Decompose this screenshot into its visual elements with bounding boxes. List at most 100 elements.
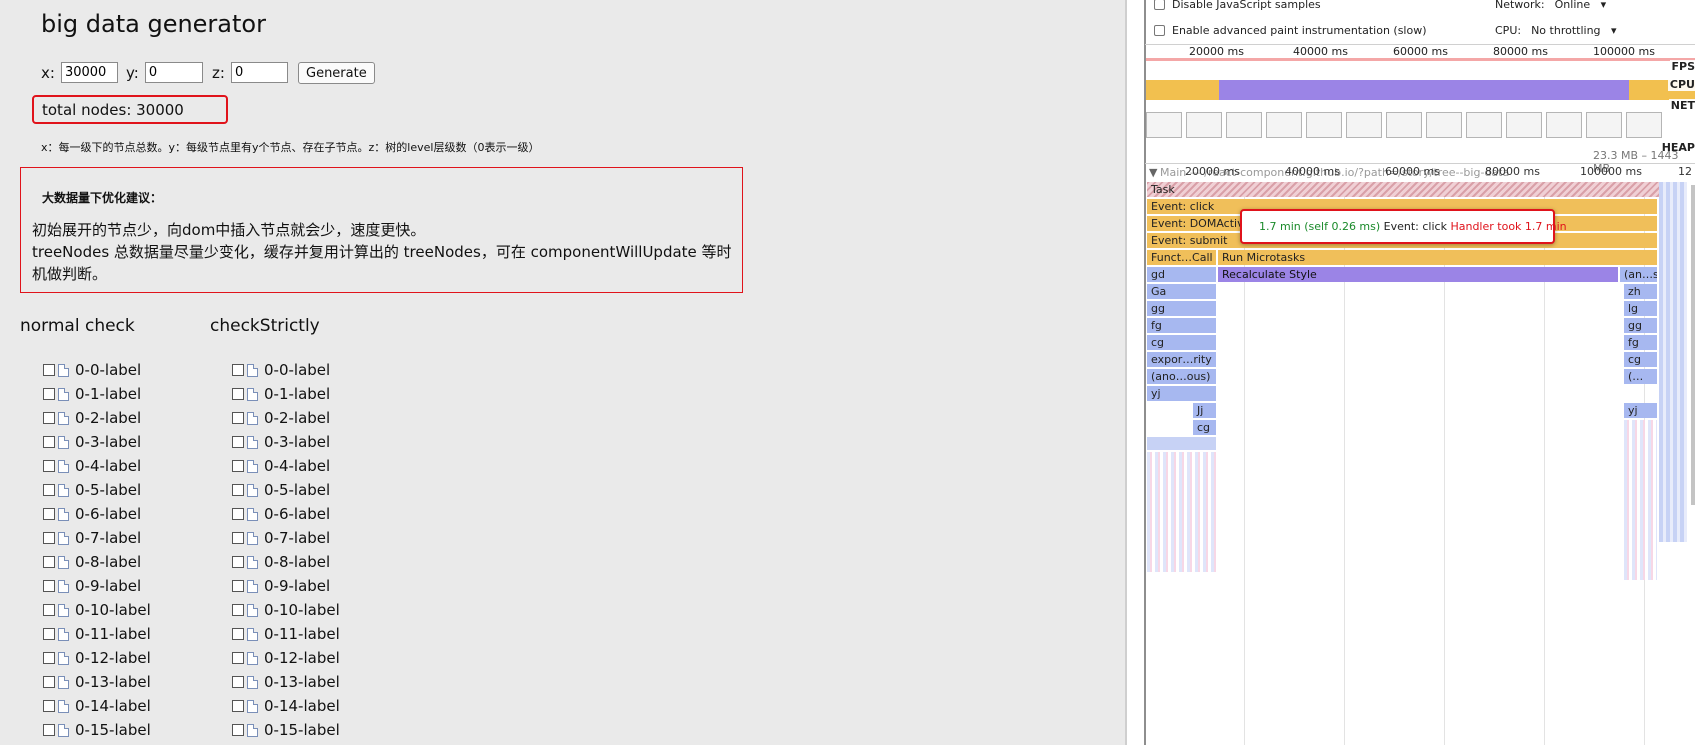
tree-node-label[interactable]: 0-7-label — [264, 529, 330, 547]
tree-node-label[interactable]: 0-4-label — [264, 457, 330, 475]
flame-recalculate-style[interactable]: Recalculate Style — [1218, 267, 1618, 282]
tree-node-label[interactable]: 0-7-label — [75, 529, 141, 547]
tree-node-checkbox[interactable] — [43, 652, 55, 664]
tree-node-checkbox[interactable] — [232, 412, 244, 424]
filmstrip-frame[interactable] — [1186, 112, 1222, 138]
tree-node-label[interactable]: 0-0-label — [264, 361, 330, 379]
tree-node-label[interactable]: 0-14-label — [75, 697, 151, 715]
tree-node[interactable]: 0-14-label — [232, 694, 340, 718]
tree-node[interactable]: 0-0-label — [43, 358, 151, 382]
tree-node-checkbox[interactable] — [232, 484, 244, 496]
tree-node-checkbox[interactable] — [232, 508, 244, 520]
tree-node-checkbox[interactable] — [232, 604, 244, 616]
flame-lg[interactable]: lg — [1624, 301, 1657, 316]
tree-node-label[interactable]: 0-3-label — [75, 433, 141, 451]
tree-node-checkbox[interactable] — [43, 412, 55, 424]
tree-node[interactable]: 0-9-label — [43, 574, 151, 598]
flame-paren[interactable]: (… — [1624, 369, 1657, 384]
tree-node-label[interactable]: 0-2-label — [75, 409, 141, 427]
main-expand-icon[interactable]: ▼ — [1149, 166, 1157, 179]
tree-node-checkbox[interactable] — [43, 484, 55, 496]
z-input[interactable] — [230, 62, 288, 83]
tree-node-checkbox[interactable] — [43, 508, 55, 520]
tree-node-checkbox[interactable] — [232, 580, 244, 592]
flame-anonymous[interactable]: (an…s) — [1620, 267, 1657, 282]
flame-yj[interactable]: yj — [1147, 386, 1216, 401]
tree-node[interactable]: 0-15-label — [43, 718, 151, 742]
tree-node[interactable]: 0-7-label — [232, 526, 340, 550]
tree-node[interactable]: 0-3-label — [232, 430, 340, 454]
tree-node[interactable]: 0-11-label — [232, 622, 340, 646]
tree-node-label[interactable]: 0-1-label — [75, 385, 141, 403]
network-throttle[interactable]: Network: Online ▾ — [1495, 0, 1606, 11]
tree-node-checkbox[interactable] — [43, 436, 55, 448]
tree-node-checkbox[interactable] — [43, 460, 55, 472]
filmstrip-frame[interactable] — [1626, 112, 1662, 138]
tree-node-label[interactable]: 0-2-label — [264, 409, 330, 427]
tree-node-label[interactable]: 0-8-label — [75, 553, 141, 571]
tree-node-label[interactable]: 0-13-label — [264, 673, 340, 691]
tree-node-checkbox[interactable] — [232, 532, 244, 544]
tree-node-label[interactable]: 0-13-label — [75, 673, 151, 691]
tree-node[interactable]: 0-15-label — [232, 718, 340, 742]
tree-node-checkbox[interactable] — [232, 676, 244, 688]
enable-paint-checkbox[interactable] — [1154, 25, 1165, 36]
tree-node-label[interactable]: 0-4-label — [75, 457, 141, 475]
tree-node-label[interactable]: 0-15-label — [75, 721, 151, 739]
disable-js-samples-option[interactable]: Disable JavaScript samples — [1154, 0, 1321, 11]
tree-node-label[interactable]: 0-6-label — [264, 505, 330, 523]
filmstrip-frame[interactable] — [1586, 112, 1622, 138]
enable-paint-option[interactable]: Enable advanced paint instrumentation (s… — [1154, 24, 1427, 37]
flame-yj-2[interactable]: yj — [1624, 403, 1657, 418]
tree-node-checkbox[interactable] — [232, 628, 244, 640]
tree-node-checkbox[interactable] — [232, 364, 244, 376]
flame-gg-2[interactable]: gg — [1624, 318, 1657, 333]
flame-gd[interactable]: gd — [1147, 267, 1216, 282]
tree-node[interactable]: 0-9-label — [232, 574, 340, 598]
tree-node[interactable]: 0-8-label — [232, 550, 340, 574]
tree-node[interactable]: 0-0-label — [232, 358, 340, 382]
tree-node-label[interactable]: 0-10-label — [264, 601, 340, 619]
tree-node[interactable]: 0-8-label — [43, 550, 151, 574]
tree-node-label[interactable]: 0-8-label — [264, 553, 330, 571]
tree-node-checkbox[interactable] — [43, 700, 55, 712]
tree-node-label[interactable]: 0-11-label — [264, 625, 340, 643]
tree-node-label[interactable]: 0-15-label — [264, 721, 340, 739]
flame-function-call[interactable]: Funct…Call — [1147, 250, 1216, 265]
flame-fg-2[interactable]: fg — [1624, 335, 1657, 350]
tree-node[interactable]: 0-10-label — [232, 598, 340, 622]
tree-node-checkbox[interactable] — [232, 436, 244, 448]
flame-gg[interactable]: gg — [1147, 301, 1216, 316]
tree-node-checkbox[interactable] — [43, 604, 55, 616]
flame-run-microtasks[interactable]: Run Microtasks — [1218, 250, 1657, 265]
flame-task[interactable]: Task — [1147, 182, 1675, 197]
tree-node[interactable]: 0-11-label — [43, 622, 151, 646]
tree-node[interactable]: 0-14-label — [43, 694, 151, 718]
tree-node[interactable]: 0-10-label — [43, 598, 151, 622]
tree-node-label[interactable]: 0-12-label — [264, 649, 340, 667]
x-input[interactable] — [60, 62, 118, 83]
tree-node-label[interactable]: 0-3-label — [264, 433, 330, 451]
tree-node-label[interactable]: 0-9-label — [264, 577, 330, 595]
flame-ga[interactable]: Ga — [1147, 284, 1216, 299]
tree-node[interactable]: 0-3-label — [43, 430, 151, 454]
tree-node-label[interactable]: 0-5-label — [75, 481, 141, 499]
tree-node-label[interactable]: 0-10-label — [75, 601, 151, 619]
filmstrip-frame[interactable] — [1386, 112, 1422, 138]
tree-node-checkbox[interactable] — [43, 556, 55, 568]
tree-node-checkbox[interactable] — [43, 532, 55, 544]
tree-node[interactable]: 0-1-label — [43, 382, 151, 406]
filmstrip-frame[interactable] — [1466, 112, 1502, 138]
flame-cg-2[interactable]: cg — [1624, 352, 1657, 367]
tree-node-label[interactable]: 0-11-label — [75, 625, 151, 643]
cpu-throttle[interactable]: CPU: No throttling ▾ — [1495, 24, 1617, 37]
tree-node[interactable]: 0-1-label — [232, 382, 340, 406]
filmstrip-frame[interactable] — [1346, 112, 1382, 138]
flame-fg[interactable]: fg — [1147, 318, 1216, 333]
tree-node-checkbox[interactable] — [232, 652, 244, 664]
tree-node-label[interactable]: 0-1-label — [264, 385, 330, 403]
tree-node[interactable]: 0-7-label — [43, 526, 151, 550]
filmstrip-frame[interactable] — [1146, 112, 1182, 138]
tree-node[interactable]: 0-13-label — [43, 670, 151, 694]
filmstrip-frame[interactable] — [1266, 112, 1302, 138]
